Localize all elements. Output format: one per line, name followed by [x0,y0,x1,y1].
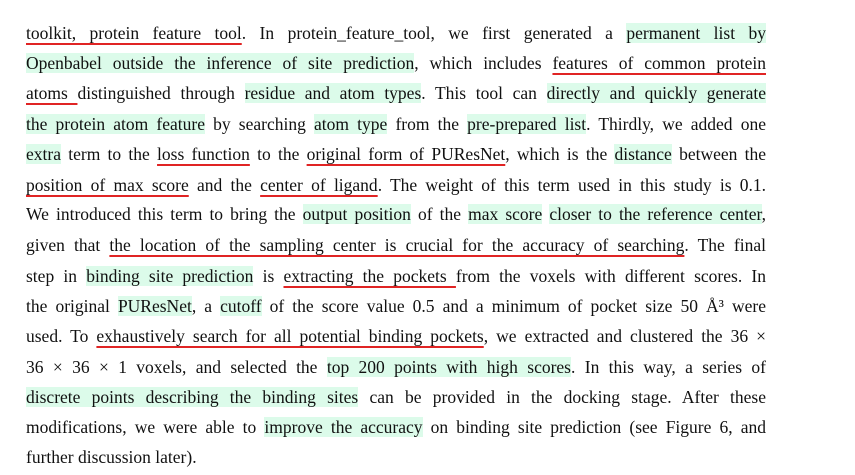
text-run: . Thirdly, we added one [586,114,766,134]
text-run: . The final [684,235,766,255]
underlined-text: features of common protein [552,53,766,73]
underlined-text: atoms [26,83,78,103]
text-line-7: We introduced this term to bring the out… [26,202,766,232]
text-run: of the score value 0.5 and a minimum of … [261,296,766,316]
text-run: further discussion later). [26,447,197,467]
highlighted-text: the protein atom feature [26,114,205,134]
text-run: used. To [26,326,97,346]
text-run: from the [387,114,468,134]
text-run: , which is the [505,144,615,164]
text-line-8: given that the location of the sampling … [26,233,766,263]
text-run: and the [188,175,261,195]
text-line-5: extra term to the loss function to the o… [26,142,766,172]
text-run: . In protein_feature_tool, we first gene… [241,23,627,43]
highlighted-text: Openbabel outside the inference of site … [26,53,415,73]
text-line-11: used. To exhaustively search for all pot… [26,324,766,354]
text-run: . In this way, a series of [571,357,766,377]
text-run: , which includes [414,53,553,73]
highlighted-text: cutoff [220,296,262,316]
highlighted-text: pre-prepared list [467,114,587,134]
text-line-3: atoms distinguished through residue and … [26,81,767,111]
text-run: step in [26,266,87,286]
text-line-14: modifications, we were able to improve t… [26,415,766,445]
underlined-text: exhaustively search for all potential bi… [96,326,484,346]
text-run: of the [410,204,469,224]
highlighted-text: extra [26,144,61,164]
text-line-15: further discussion later). [26,445,766,475]
underlined-text: position of max score [26,175,189,195]
highlighted-text: residue and atom types [244,83,422,103]
text-run: given that [26,235,110,255]
text-run: term to the [60,144,158,164]
text-run: to the [249,144,307,164]
highlighted-text: output position [302,204,411,224]
text-run: . This tool can [421,83,547,103]
highlighted-text: max score [468,204,543,224]
highlighted-text: improve the accuracy [264,417,423,437]
text-run: is [253,266,284,286]
underlined-text: extracting the pockets [283,266,456,286]
underlined-text: toolkit, protein feature tool [26,23,242,43]
highlighted-text: top 200 points with high scores [326,357,571,377]
text-run: from the voxels with different scores. I… [455,266,766,286]
text-run: , a [191,296,221,316]
text-line-13: discrete points describing the binding s… [26,385,766,415]
text-run: , we extracted and clustered the 36 × [483,326,766,346]
highlighted-text: binding site prediction [86,266,254,286]
text-line-9: step in binding site prediction is extra… [26,264,766,294]
text-run: can be provided in the docking stage. Af… [358,387,766,407]
text-line-1: toolkit, protein feature tool. In protei… [26,21,766,51]
text-line-2: Openbabel outside the inference of site … [26,51,766,81]
highlighted-text: directly and quickly generate [546,83,767,103]
text-line-10: the original PUResNet, a cutoff of the s… [26,294,766,324]
text-run: We introduced this term to bring the [26,204,303,224]
underlined-text: center of ligand [260,175,378,195]
text-line-6: position of max score and the center of … [26,173,766,203]
underlined-text: the location of the sampling center is c… [109,235,685,255]
highlighted-text: PUResNet [117,296,192,316]
text-line-4: the protein atom feature by searching at… [26,112,766,142]
highlighted-text: distance [614,144,672,164]
text-run: on binding site prediction (see Figure 6… [422,417,767,437]
text-line-12: 36 × 36 × 1 voxels, and selected the top… [26,355,766,385]
text-run: by searching [204,114,315,134]
text-run: the original [26,296,118,316]
highlighted-text: discrete points describing the binding s… [26,387,359,407]
highlighted-text: closer to the reference center [549,204,762,224]
text-run: , [761,204,766,224]
underlined-text: original form of PUResNet [306,144,506,164]
underlined-text: loss function [157,144,250,164]
text-run: distinguished through [77,83,245,103]
text-run: modifications, we were able to [26,417,265,437]
text-run: . The weight of this term used in this s… [377,175,766,195]
highlighted-text: atom type [314,114,388,134]
document-page: toolkit, protein feature tool. In protei… [0,0,855,474]
text-run: 36 × 36 × 1 voxels, and selected the [26,357,327,377]
text-run: between the [671,144,767,164]
highlighted-text: permanent list by [626,23,766,43]
